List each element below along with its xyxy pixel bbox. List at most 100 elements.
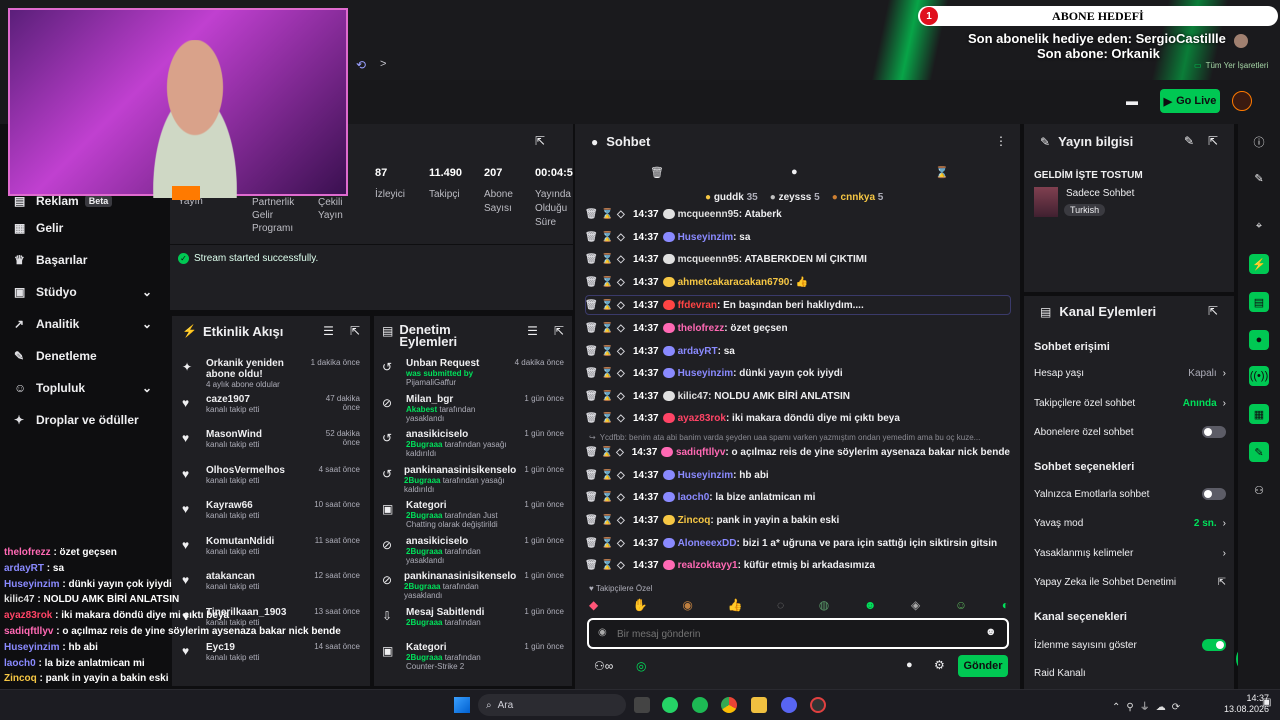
message-username[interactable]: kilic47 xyxy=(678,391,709,402)
emote-icon[interactable]: 👍 xyxy=(727,598,742,614)
sidebar-item-achievements[interactable]: ♛ Başarılar xyxy=(0,244,170,276)
chat-message[interactable]: 🗑 ⌛ ◇ 14:37 ffdevran: En başından beri haklı… xyxy=(585,295,1010,315)
banned-words-row[interactable]: Yasaklanmış kelimeler › xyxy=(1034,548,1226,559)
message-username[interactable]: Huseyinzim xyxy=(678,232,734,243)
emote-icon[interactable]: ◉ xyxy=(682,598,692,614)
emote-icon[interactable]: ◆ xyxy=(589,598,598,614)
message-username[interactable]: realzoktayy1 xyxy=(678,560,738,571)
message-username[interactable]: thelofrezz xyxy=(678,323,725,334)
emote-icon[interactable]: ◍ xyxy=(819,598,829,614)
moderation-item[interactable]: ▣ Kategori 2Bugraaa tarafından Counter-Str… xyxy=(382,642,564,678)
wrench-icon[interactable]: ✎ xyxy=(1249,442,1269,462)
timeout-icon[interactable]: ⌛ xyxy=(601,413,617,424)
activity-item[interactable]: ♥ caze1907 kanalı takip etti 47 dakika önce xyxy=(182,394,360,430)
file-explorer-icon[interactable] xyxy=(751,697,767,713)
timeout-icon[interactable]: ⌛ xyxy=(601,470,617,481)
delete-message-icon[interactable]: 🗑 xyxy=(585,277,601,288)
chat-bubble-icon[interactable]: ● xyxy=(791,166,798,178)
go-live-button[interactable]: ▶ Go Live xyxy=(1160,89,1220,113)
taskbar-search[interactable]: ⌕ Ara xyxy=(478,694,626,716)
chat-message[interactable]: 🗑 ⌛ ◇ 14:37 kilic47: NOLDU AMK BİRİ ANLATSIN xyxy=(585,386,1010,406)
message-username[interactable]: ardayRT xyxy=(678,346,718,357)
delete-message-icon[interactable]: 🗑 xyxy=(585,447,601,458)
delete-message-icon[interactable]: 🗑 xyxy=(585,368,601,379)
moderation-item[interactable]: ⇩ Mesaj Sabitlendi 2Bugraaa tarafından 1 gü… xyxy=(382,607,564,643)
forward-icon[interactable]: > xyxy=(380,58,386,70)
emote-only-toggle[interactable] xyxy=(1202,488,1226,500)
message-username[interactable]: Ycdfbb xyxy=(600,433,625,442)
windows-start-icon[interactable] xyxy=(454,697,470,713)
timeout-icon[interactable]: ⌛ xyxy=(601,560,617,571)
emote-icon[interactable]: ◈ xyxy=(911,598,920,614)
timeout-icon[interactable]: ⌛ xyxy=(601,232,617,243)
timeout-icon[interactable]: ⌛ xyxy=(601,538,617,549)
list-icon[interactable]: ▦ xyxy=(1249,404,1269,424)
timeout-icon[interactable]: ⌛ xyxy=(601,346,617,357)
raid-channel-row[interactable]: Raid Kanalı xyxy=(1034,668,1226,679)
moderation-item[interactable]: ↺ Unban Request was submitted by PijamaliG… xyxy=(382,358,564,394)
chat-message[interactable]: 🗑 ⌛ ◇ 14:37 ahmetcakaracakan6790: 👍 xyxy=(585,272,1010,292)
timeout-icon[interactable]: ⌛ xyxy=(601,391,617,402)
trash-icon[interactable]: 🗑 xyxy=(650,166,664,179)
bookmarks-link[interactable]: ▭ Tüm Yer İşaretleri xyxy=(1194,61,1268,70)
moderation-item[interactable]: ⊘ Milan_bgr Akabest tarafından yasaklandı 1… xyxy=(382,394,564,430)
delete-message-icon[interactable]: 🗑 xyxy=(585,209,601,220)
emoji-icon[interactable]: ☻ xyxy=(985,626,997,638)
ai-moderation-row[interactable]: Yapay Zeka ile Sohbet Denetimi ⇱ xyxy=(1034,577,1226,588)
whatsapp-icon[interactable] xyxy=(662,697,678,713)
moderation-item[interactable]: ⊘ anasikiciselo 2Bugraaa tarafından yasakl… xyxy=(382,536,564,572)
chat-message[interactable]: 🗑 ⌛ ◇ 14:37 laoch0: la bize anlatmican mi xyxy=(585,487,1010,507)
chat-message[interactable]: 🗑 ⌛ ◇ 14:37 ayaz83rok: iki makara döndü diye… xyxy=(585,408,1010,428)
filter-icon[interactable]: ☰ xyxy=(527,324,538,338)
delete-message-icon[interactable]: 🗑 xyxy=(585,560,601,571)
account-age-row[interactable]: Hesap yaşı Kapalı › xyxy=(1034,368,1226,379)
delete-message-icon[interactable]: 🗑 xyxy=(585,391,601,402)
timeout-icon[interactable]: ⌛ xyxy=(601,300,617,311)
message-username[interactable]: laoch0 xyxy=(678,492,710,503)
delete-message-icon[interactable]: 🗑 xyxy=(585,346,601,357)
moderation-item[interactable]: ↺ pankinanasinisikenselo 2Bugraaa tarafınd… xyxy=(382,465,564,501)
chat-message[interactable]: 🗑 ⌛ ◇ 14:37 mcqueenn95: Ataberk xyxy=(585,204,1010,224)
info-icon[interactable]: ⓘ xyxy=(1249,132,1269,152)
chat-settings-bubble-icon[interactable]: ● xyxy=(906,659,913,671)
system-tray-icons[interactable]: ⌃⚲⏚☁⟳ xyxy=(1112,698,1186,713)
chat-tools-icon[interactable]: ⚇∞ xyxy=(594,659,613,673)
message-username[interactable]: sadiqftllyv xyxy=(676,447,725,458)
delete-message-icon[interactable]: 🗑 xyxy=(585,323,601,334)
chat-message[interactable]: 🗑 ⌛ ◇ 14:37 Huseyinzim: hb abi xyxy=(585,465,1010,485)
chat-bubble-icon[interactable]: ● xyxy=(1249,330,1269,350)
show-viewers-toggle[interactable] xyxy=(1202,639,1226,651)
delete-message-icon[interactable]: 🗑 xyxy=(585,492,601,503)
sidebar-item-community[interactable]: ☺ Topluluk ⌄ xyxy=(0,372,170,404)
activity-item[interactable]: ✦ Orkanik yeniden abone oldu! 4 aylık abon… xyxy=(182,358,360,394)
lightning-icon[interactable]: ⚡ xyxy=(1249,254,1269,274)
gear-icon[interactable]: ⚙ xyxy=(934,658,945,672)
sidebar-item-drops[interactable]: ✦ Droplar ve ödüller xyxy=(0,404,170,436)
chat-message[interactable]: 🗑 ⌛ ◇ 14:37 Huseyinzim: dünki yayın çok iyiy… xyxy=(585,363,1010,383)
popout-icon[interactable]: ⇱ xyxy=(535,134,545,148)
delete-message-icon[interactable]: 🗑 xyxy=(585,470,601,481)
send-button[interactable]: Gönder xyxy=(958,655,1008,677)
delete-message-icon[interactable]: 🗑 xyxy=(585,413,601,424)
delete-message-icon[interactable]: 🗑 xyxy=(585,232,601,243)
subs-only-toggle[interactable] xyxy=(1202,426,1226,438)
message-username[interactable]: Huseyinzim xyxy=(678,470,734,481)
message-username[interactable]: ffdevran xyxy=(678,300,717,311)
user-avatar[interactable] xyxy=(1232,91,1252,111)
popout-icon[interactable]: ⇱ xyxy=(1208,304,1218,318)
broadcast-icon[interactable]: ((•)) xyxy=(1249,366,1269,386)
message-username[interactable]: Zincoq xyxy=(678,515,711,526)
document-icon[interactable]: ▤ xyxy=(1249,292,1269,312)
task-view-icon[interactable] xyxy=(634,697,650,713)
notification-icon[interactable]: ▣ xyxy=(1262,697,1271,708)
nodes-icon[interactable]: ⚇ xyxy=(1249,480,1269,500)
more-options-icon[interactable]: ⋮ xyxy=(995,134,1007,148)
chat-message[interactable]: 🗑 ⌛ ◇ 14:37 sadiqftllyv: o açılmaz reis de y… xyxy=(585,442,1010,462)
activity-item[interactable]: ♥ Kayraw66 kanalı takip etti 10 saat önce xyxy=(182,500,360,536)
delete-message-icon[interactable]: 🗑 xyxy=(585,300,601,311)
followers-only-row[interactable]: Takipçilere özel sohbet Anında › xyxy=(1034,398,1226,409)
chat-message-input[interactable] xyxy=(617,625,957,643)
app-icon[interactable] xyxy=(810,697,826,713)
moderation-item[interactable]: ▣ Kategori 2Bugraaa tarafından Just Chatti… xyxy=(382,500,564,536)
clips-icon[interactable]: ▬ xyxy=(1126,94,1138,108)
